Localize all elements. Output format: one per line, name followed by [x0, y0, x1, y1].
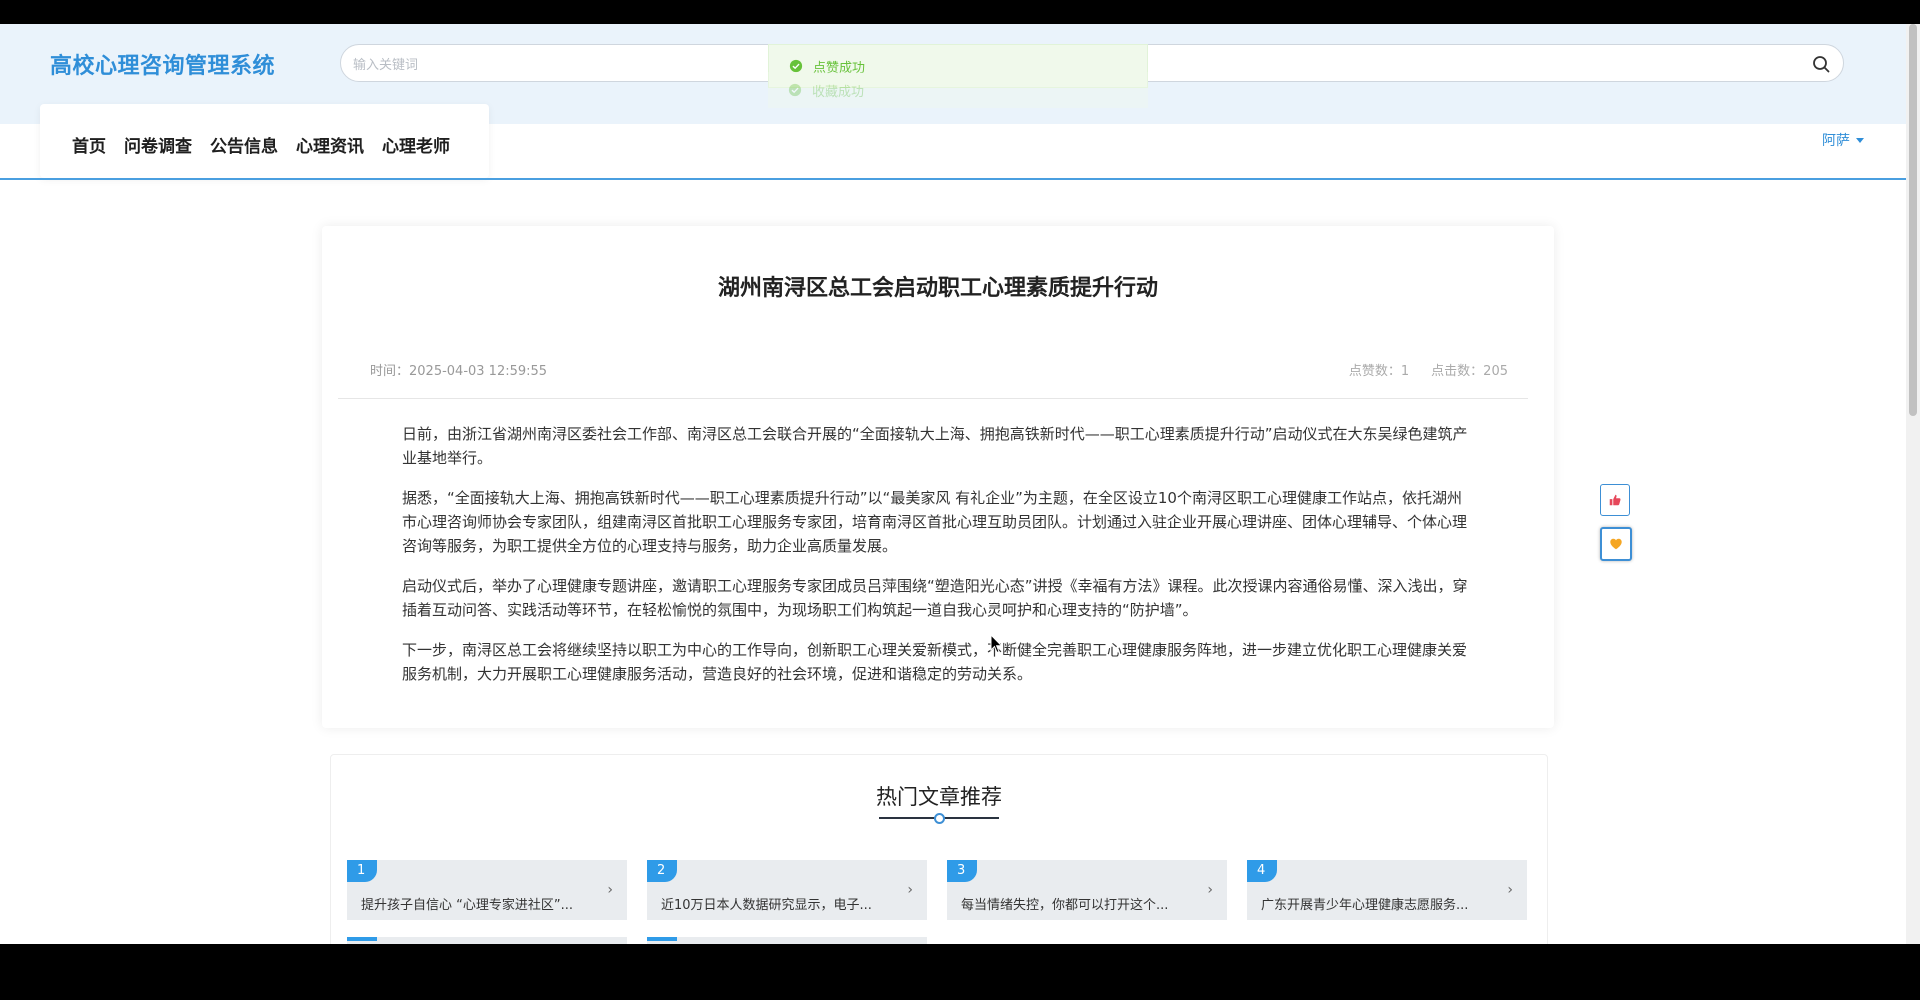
title-underline-dot [934, 813, 945, 824]
chevron-right-icon: › [1207, 882, 1213, 898]
scrollbar[interactable] [1906, 24, 1920, 944]
article-stats: 点赞数：1 点击数：205 [1349, 360, 1508, 379]
nav-item-news[interactable]: 心理资讯 [296, 132, 364, 157]
article-body: 日前，由浙江省湖州南浔区委社会工作部、南浔区总工会联合开展的“全面接轨大上海、拥… [402, 422, 1476, 702]
scrollbar-thumb[interactable] [1909, 24, 1917, 416]
nav-item-teachers[interactable]: 心理老师 [382, 132, 450, 157]
article-card: 湖州南浔区总工会启动职工心理素质提升行动 时间：2025-04-03 12:59… [322, 226, 1554, 728]
favorite-button[interactable] [1600, 527, 1632, 561]
hot-article-item[interactable]: 3 每当情绪失控，你都可以打开这个... › [947, 860, 1227, 920]
nav-list: 首页 问卷调查 公告信息 心理资讯 心理老师 [72, 132, 450, 157]
check-circle-icon [789, 59, 803, 73]
article-paragraph: 据悉，“全面接轨大上海、拥抱高铁新时代——职工心理素质提升行动”以“最美家风 有… [402, 489, 1468, 555]
user-name: 阿萨 [1822, 133, 1850, 149]
rank-badge: 1 [347, 860, 377, 882]
rank-badge [347, 937, 377, 941]
article-paragraph: 日前，由浙江省湖州南浔区委社会工作部、南浔区总工会联合开展的“全面接轨大上海、拥… [402, 425, 1468, 467]
like-button[interactable] [1600, 484, 1630, 516]
search-icon[interactable] [1809, 52, 1833, 76]
nav-item-notices[interactable]: 公告信息 [210, 132, 278, 157]
article-paragraph: 下一步，南浔区总工会将继续坚持以职工为中心的工作导向，创新职工心理关爱新模式，不… [402, 641, 1468, 683]
click-count: 点击数：205 [1431, 364, 1508, 379]
like-count: 点赞数：1 [1348, 364, 1410, 379]
nav-item-home[interactable]: 首页 [72, 132, 106, 157]
hot-article-item[interactable]: 4 广东开展青少年心理健康志愿服务... › [1247, 860, 1527, 920]
hot-article-item[interactable]: 2 近10万日本人数据研究显示，电子... › [647, 860, 927, 920]
nav-item-survey[interactable]: 问卷调查 [124, 132, 192, 157]
hot-article-item[interactable]: 1 提升孩子自信心 “心理专家进社区”... › [347, 860, 627, 920]
mouse-cursor-icon [990, 634, 1003, 654]
article-title: 湖州南浔区总工会启动职工心理素质提升行动 [717, 276, 1158, 301]
toast-text: 收藏成功 [812, 84, 865, 100]
hot-articles-title: 热门文章推荐 [876, 785, 1002, 809]
user-menu[interactable]: 阿萨 [1822, 130, 1864, 150]
hot-articles: 热门文章推荐 1 提升孩子自信心 “心理专家进社区”... › 2 近10万日本… [330, 754, 1548, 944]
chevron-right-icon: › [907, 882, 913, 898]
hot-article-title: 每当情绪失控，你都可以打开这个... [961, 898, 1169, 913]
toast-container: 点赞成功 收藏成功 [768, 44, 1148, 108]
nav-divider [0, 178, 1920, 180]
chevron-right-icon: › [607, 882, 613, 898]
main-nav: 首页 问卷调查 公告信息 心理资讯 心理老师 [40, 104, 489, 178]
rank-badge: 3 [947, 860, 977, 882]
rank-badge: 2 [647, 860, 677, 882]
article-divider [338, 398, 1528, 399]
article-paragraph: 启动仪式后，举办了心理健康专题讲座，邀请职工心理服务专家团成员吕萍围绕“塑造阳光… [402, 577, 1468, 619]
hot-article-title: 近10万日本人数据研究显示，电子... [661, 898, 872, 913]
heart-icon [1610, 538, 1622, 550]
hot-article-title: 提升孩子自信心 “心理专家进社区”... [361, 898, 573, 913]
caret-down-icon [1856, 137, 1864, 143]
hot-article-item[interactable] [647, 937, 927, 944]
article-time: 时间：2025-04-03 12:59:55 [370, 364, 548, 379]
thumbs-up-icon [1609, 494, 1621, 506]
rank-badge [647, 937, 677, 941]
hot-article-title: 广东开展青少年心理健康志愿服务... [1261, 898, 1469, 913]
site-title[interactable]: 高校心理咨询管理系统 [50, 48, 275, 80]
chevron-right-icon: › [1507, 882, 1513, 898]
toast-fav-success: 收藏成功 [768, 72, 1148, 108]
check-circle-icon [788, 83, 802, 97]
hot-article-item[interactable] [347, 937, 627, 944]
page: 高校心理咨询管理系统 点赞成功 收藏成功 首页 [0, 24, 1920, 944]
rank-badge: 4 [1247, 860, 1277, 882]
